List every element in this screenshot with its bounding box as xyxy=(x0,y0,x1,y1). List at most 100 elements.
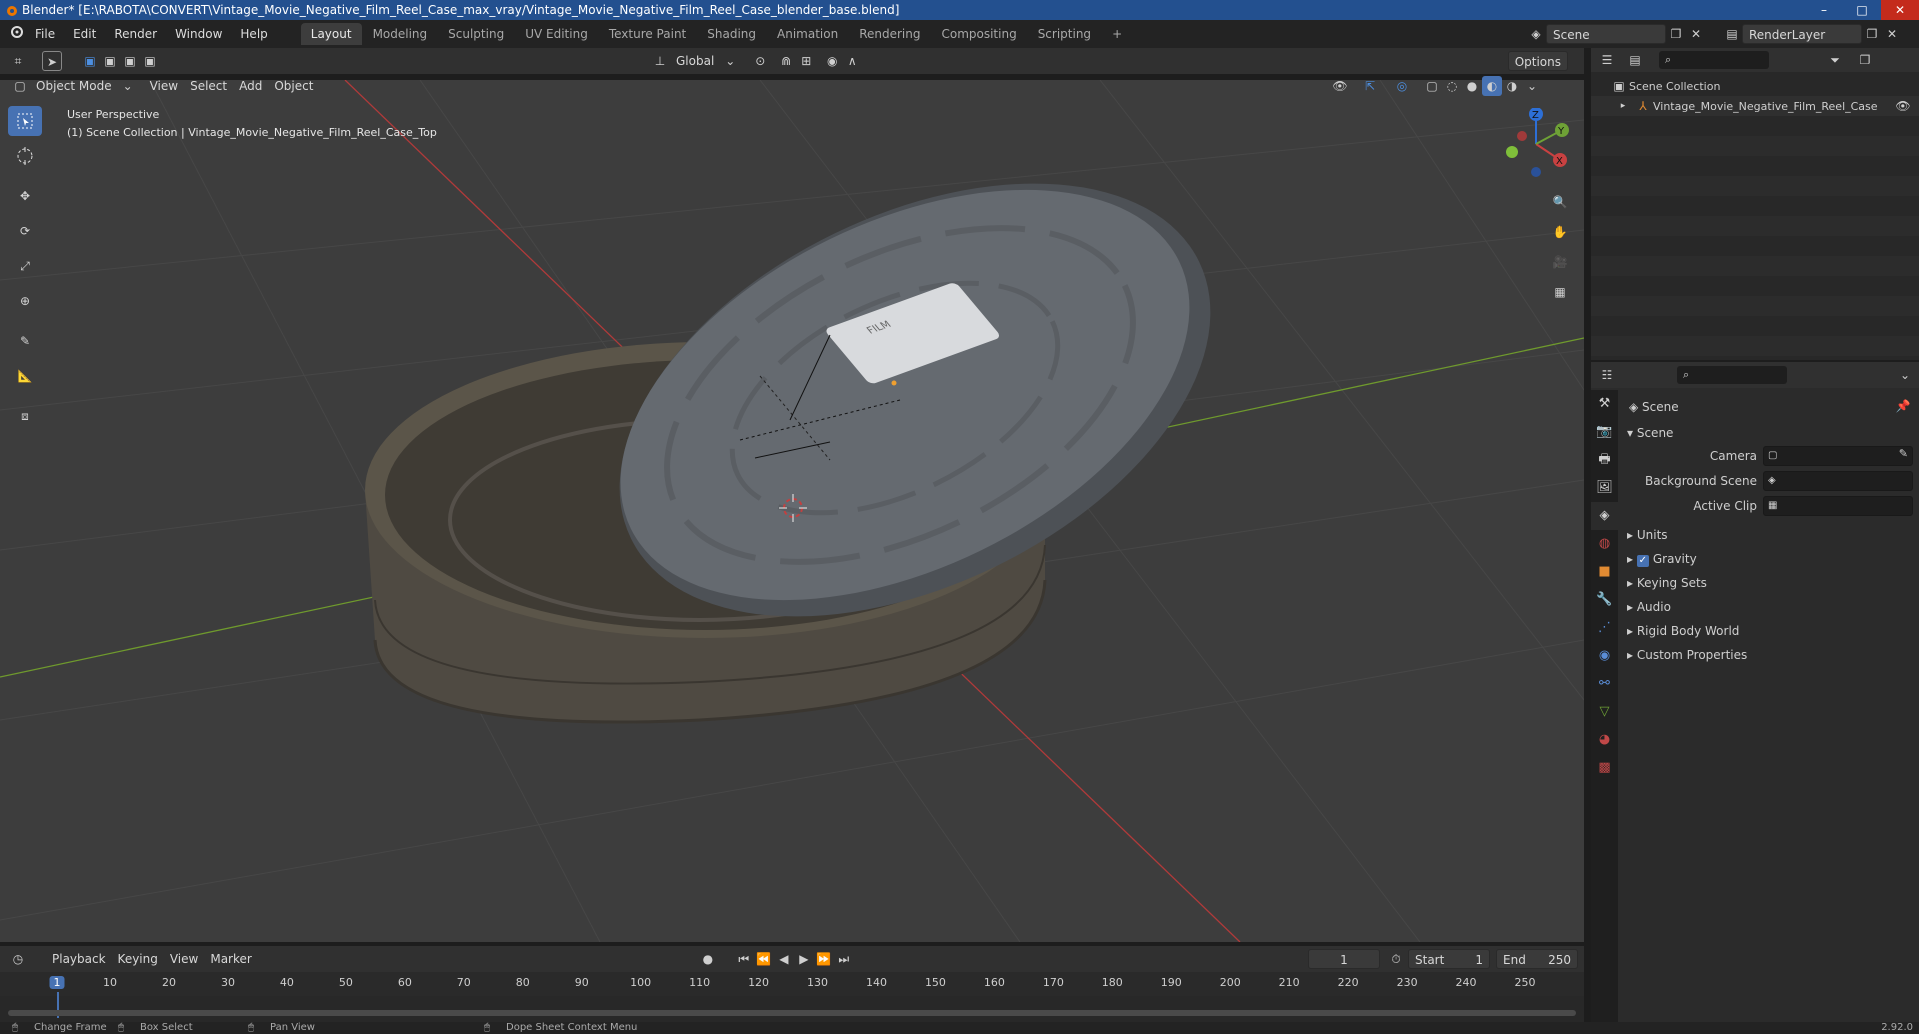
jump-keyframe-back-icon[interactable]: ⏪ xyxy=(754,949,774,969)
transform-orientation-dropdown[interactable]: Global xyxy=(670,51,720,71)
timer-icon[interactable]: ⏱ xyxy=(1386,949,1406,969)
properties-search-input[interactable]: ⌕ xyxy=(1677,366,1787,384)
chevron-down-icon[interactable]: ⌄ xyxy=(1522,76,1542,96)
xray-icon[interactable]: ▢ xyxy=(1422,76,1442,96)
tab-uv-editing[interactable]: UV Editing xyxy=(515,23,598,45)
viewport-scene[interactable]: FILM xyxy=(0,80,1584,942)
proportional-edit-icon[interactable]: ◉ xyxy=(822,51,842,71)
tab-rendering[interactable]: Rendering xyxy=(849,23,930,45)
physics-tab-icon[interactable]: ◉ xyxy=(1591,642,1618,670)
remove-scene-icon[interactable]: ✕ xyxy=(1686,24,1706,44)
new-collection-icon[interactable]: ❐ xyxy=(1855,50,1875,70)
panel-units[interactable]: ▸ Units xyxy=(1627,524,1668,546)
tab-layout[interactable]: Layout xyxy=(300,23,362,45)
texture-tab-icon[interactable]: ▩ xyxy=(1591,754,1618,782)
3d-viewport[interactable]: FILM User Perspective (1) Scene Collecti… xyxy=(0,80,1584,942)
jump-start-icon[interactable]: ⏮ xyxy=(734,949,754,969)
output-tab-icon[interactable]: 🖶 xyxy=(1591,446,1618,474)
menu-select[interactable]: Select xyxy=(184,76,233,96)
panel-custom-properties[interactable]: ▸ Custom Properties xyxy=(1627,644,1747,666)
editor-type-icon[interactable]: ⌗ xyxy=(8,51,28,71)
scale-tool[interactable]: ⤢ xyxy=(8,251,42,281)
menu-view[interactable]: View xyxy=(144,76,184,96)
object-mode-icon[interactable]: ▢ xyxy=(10,76,30,96)
outliner-row-scene-collection[interactable]: ▣ Scene Collection xyxy=(1609,76,1720,96)
record-icon[interactable]: ● xyxy=(698,949,718,969)
camera-view-icon[interactable]: 🎥 xyxy=(1550,252,1570,272)
camera-field[interactable]: ▢ ✎ xyxy=(1763,446,1913,466)
perspective-grid-icon[interactable]: ▦ xyxy=(1550,282,1570,302)
pin-icon[interactable]: 📌 xyxy=(1893,396,1913,416)
outliner-row-object[interactable]: ▸ ⅄ Vintage_Movie_Negative_Film_Reel_Cas… xyxy=(1591,96,1919,116)
options-dropdown[interactable]: Options xyxy=(1507,51,1568,71)
pan-hand-icon[interactable]: ✋ xyxy=(1550,222,1570,242)
gravity-checkbox[interactable]: ✓ xyxy=(1636,555,1649,567)
minimize-button[interactable]: – xyxy=(1805,0,1843,20)
render-tab-icon[interactable]: 📷 xyxy=(1591,418,1618,446)
panel-rigid-body-world[interactable]: ▸ Rigid Body World xyxy=(1627,620,1739,642)
renderlayer-selector[interactable]: RenderLayer xyxy=(1742,24,1862,44)
background-scene-field[interactable]: ◈ xyxy=(1763,471,1913,491)
menu-add[interactable]: Add xyxy=(233,76,268,96)
tab-scripting[interactable]: Scripting xyxy=(1028,23,1101,45)
object-tab-icon[interactable]: ■ xyxy=(1591,558,1618,586)
panel-audio[interactable]: ▸ Audio xyxy=(1627,596,1671,618)
panel-gravity[interactable]: ▸ ✓ Gravity xyxy=(1627,548,1697,570)
select-box-tool[interactable] xyxy=(8,106,42,136)
menu-edit[interactable]: Edit xyxy=(64,20,105,48)
shading-wireframe-icon[interactable]: ◌ xyxy=(1442,76,1462,96)
measure-tool[interactable]: 📐 xyxy=(8,361,42,391)
editor-type-icon[interactable]: ☰ xyxy=(1597,50,1617,70)
scene-selector[interactable]: Scene xyxy=(1546,24,1666,44)
blender-menu-icon[interactable] xyxy=(6,24,26,44)
play-reverse-icon[interactable]: ◀ xyxy=(774,949,794,969)
add-workspace-button[interactable]: + xyxy=(1102,23,1132,45)
select-mode-intersect-icon[interactable]: ▣ xyxy=(140,51,160,71)
annotate-tool[interactable]: ✎ xyxy=(8,326,42,356)
transform-tool[interactable]: ⊕ xyxy=(8,286,42,316)
menu-render[interactable]: Render xyxy=(105,20,166,48)
frame-ruler[interactable]: 1 10 20 30 40 50 60 70 80 90 100 110 120 130 140 150 160… xyxy=(0,972,1584,1018)
view-layer-tab-icon[interactable]: 🖼 xyxy=(1591,474,1618,502)
menu-object[interactable]: Object xyxy=(268,76,319,96)
shading-rendered-icon[interactable]: ◑ xyxy=(1502,76,1522,96)
tool-tab-icon[interactable]: ⚒ xyxy=(1591,390,1618,418)
menu-file[interactable]: File xyxy=(26,20,64,48)
editor-type-icon[interactable]: ◷ xyxy=(8,949,28,969)
menu-keying[interactable]: Keying xyxy=(112,949,164,969)
new-scene-icon[interactable]: ❐ xyxy=(1666,24,1686,44)
chevron-down-icon[interactable]: ⌄ xyxy=(1895,365,1915,385)
select-mode-subtract-icon[interactable]: ▣ xyxy=(120,51,140,71)
rotate-tool[interactable]: ⟳ xyxy=(8,216,42,246)
move-tool[interactable]: ✥ xyxy=(8,181,42,211)
shading-solid-icon[interactable]: ● xyxy=(1462,76,1482,96)
tab-sculpting[interactable]: Sculpting xyxy=(438,23,514,45)
end-frame-field[interactable]: End 250 xyxy=(1496,949,1578,969)
visibility-icon[interactable]: 👁 xyxy=(1330,76,1350,96)
snap-icon[interactable]: ⋒ xyxy=(776,51,796,71)
scene-section-header[interactable]: ▾ Scene xyxy=(1627,422,1673,444)
data-tab-icon[interactable]: ▽ xyxy=(1591,698,1618,726)
zoom-icon[interactable]: 🔍 xyxy=(1550,192,1570,212)
gizmo-toggle-icon[interactable]: ⇱ xyxy=(1360,76,1380,96)
select-mode-new-icon[interactable]: ▣ xyxy=(80,51,100,71)
tab-shading[interactable]: Shading xyxy=(697,23,766,45)
outliner-search-input[interactable]: ⌕ xyxy=(1659,51,1769,69)
jump-keyframe-forward-icon[interactable]: ⏩ xyxy=(814,949,834,969)
particles-tab-icon[interactable]: ⋰ xyxy=(1591,614,1618,642)
maximize-button[interactable]: □ xyxy=(1843,0,1881,20)
current-frame-field[interactable]: 1 xyxy=(1308,949,1380,969)
select-mode-extend-icon[interactable]: ▣ xyxy=(100,51,120,71)
constraints-tab-icon[interactable]: ⚯ xyxy=(1591,670,1618,698)
renderlayer-icon[interactable]: ▤ xyxy=(1722,24,1742,44)
snap-target-icon[interactable]: ⊞ xyxy=(796,51,816,71)
editor-type-icon[interactable]: ☷ xyxy=(1597,365,1617,385)
menu-help[interactable]: Help xyxy=(231,20,276,48)
menu-marker[interactable]: Marker xyxy=(204,949,257,969)
tab-texture-paint[interactable]: Texture Paint xyxy=(599,23,696,45)
active-clip-field[interactable]: ▦ xyxy=(1763,496,1913,516)
menu-window[interactable]: Window xyxy=(166,20,231,48)
menu-playback[interactable]: Playback xyxy=(46,949,112,969)
scene-tab-icon[interactable]: ◈ xyxy=(1591,502,1618,530)
transform-orientation-icon[interactable]: ⊥ xyxy=(650,51,670,71)
